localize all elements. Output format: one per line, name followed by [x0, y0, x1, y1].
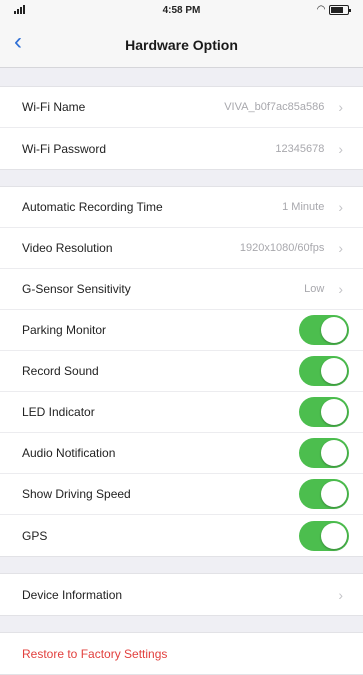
recording-time-row[interactable]: Automatic Recording Time 1 Minute ›: [0, 187, 363, 228]
record-sound-toggle[interactable]: [299, 356, 349, 386]
nav-bar: ‹ Hardware Option: [0, 22, 363, 68]
wifi-icon: ◠: [317, 4, 325, 15]
led-indicator-toggle[interactable]: [299, 397, 349, 427]
row-label: Device Information: [22, 587, 123, 602]
show-driving-speed-row: Show Driving Speed: [0, 474, 363, 515]
chevron-right-icon: ›: [338, 586, 343, 603]
device-information-row[interactable]: Device Information ›: [0, 574, 363, 615]
wifi-password-row[interactable]: Wi-Fi Password 12345678 ›: [0, 128, 363, 169]
video-resolution-row[interactable]: Video Resolution 1920x1080/60fps ›: [0, 228, 363, 269]
parking-monitor-row: Parking Monitor: [0, 310, 363, 351]
row-label: LED Indicator: [22, 405, 95, 419]
chevron-right-icon: ›: [338, 99, 343, 115]
row-value: Low: [304, 283, 325, 295]
row-label: Parking Monitor: [22, 323, 107, 337]
row-label: GPS: [22, 528, 48, 543]
row-label: Video Resolution: [22, 241, 113, 255]
settings-list: Wi-Fi Name VIVA_b0f7ac85a586 › Wi-Fi Pas…: [0, 68, 363, 675]
status-time: 4:58 PM: [162, 5, 201, 16]
audio-notification-toggle[interactable]: [299, 438, 349, 468]
audio-notification-row: Audio Notification: [0, 433, 363, 474]
record-sound-row: Record Sound: [0, 351, 363, 392]
restore-group: Restore to Factory Settings: [0, 632, 363, 675]
row-label: Wi-Fi Name: [22, 100, 86, 114]
wifi-name-row[interactable]: Wi-Fi Name VIVA_b0f7ac85a586 ›: [0, 87, 363, 128]
gps-toggle[interactable]: [299, 520, 349, 551]
row-label: G-Sensor Sensitivity: [22, 282, 131, 296]
row-label: Record Sound: [22, 364, 99, 378]
restore-factory-button[interactable]: Restore to Factory Settings: [22, 647, 343, 661]
info-group: Device Information ›: [0, 573, 363, 616]
row-value: 1 Minute: [282, 201, 325, 213]
row-label: Wi-Fi Password: [22, 141, 107, 156]
row-label: Show Driving Speed: [22, 487, 131, 501]
row-value: VIVA_b0f7ac85a586: [224, 101, 325, 113]
row-label: Automatic Recording Time: [22, 200, 163, 214]
chevron-right-icon: ›: [338, 240, 343, 256]
parking-monitor-toggle[interactable]: [299, 315, 349, 345]
chevron-right-icon: ›: [338, 199, 343, 215]
restore-factory-row[interactable]: Restore to Factory Settings: [0, 633, 363, 674]
page-title: Hardware Option: [125, 37, 238, 53]
battery-icon: [329, 4, 351, 15]
show-driving-speed-toggle[interactable]: [299, 479, 349, 509]
wifi-group: Wi-Fi Name VIVA_b0f7ac85a586 › Wi-Fi Pas…: [0, 86, 363, 170]
status-bar: 4:58 PM ◠: [0, 0, 363, 22]
led-indicator-row: LED Indicator: [0, 392, 363, 433]
row-label: Audio Notification: [22, 446, 116, 460]
gps-row: GPS: [0, 515, 363, 556]
row-value: 12345678: [275, 142, 325, 155]
recording-group: Automatic Recording Time 1 Minute › Vide…: [0, 186, 363, 557]
g-sensor-row[interactable]: G-Sensor Sensitivity Low ›: [0, 269, 363, 310]
chevron-right-icon: ›: [338, 281, 343, 297]
chevron-right-icon: ›: [338, 140, 343, 157]
row-value: 1920x1080/60fps: [239, 242, 325, 254]
